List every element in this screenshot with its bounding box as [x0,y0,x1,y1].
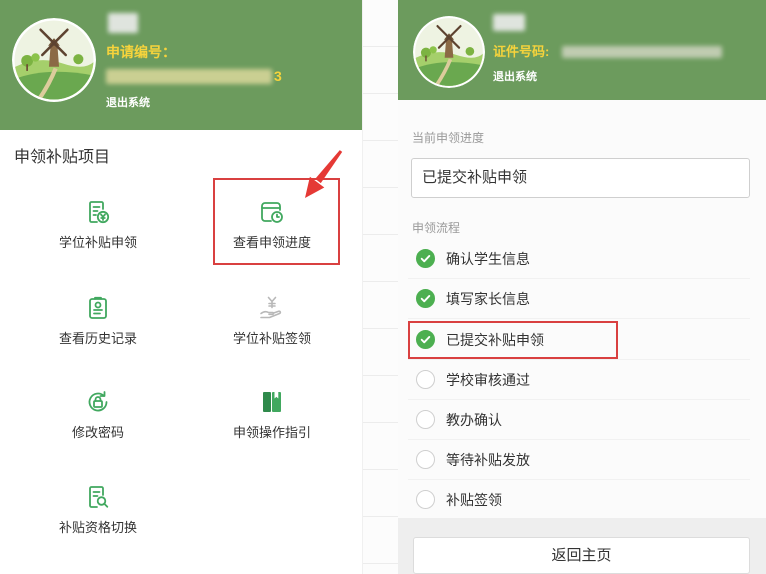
step-item: 等待补贴发放 [408,440,750,480]
check-circle-icon [416,490,435,509]
windmill-avatar-image [12,18,96,102]
step-item: 教办确认 [408,400,750,440]
check-circle-icon [416,289,435,308]
calendar-clock-icon [259,199,285,225]
hand-yen-icon [259,295,285,321]
steps-label: 申领流程 [412,221,461,235]
menu-item-guide[interactable]: 申领操作指引 [202,385,342,449]
id-number-label: 证件号码: [493,44,550,59]
step-label: 填写家长信息 [446,291,530,307]
step-item: 填写家长信息 [408,279,750,319]
logout-link[interactable]: 退出系统 [106,96,150,110]
book-icon [259,389,285,415]
background-strip [362,0,398,574]
home-screen: 申请编号： 3 退出系统 申领补贴项目 学位补贴申领 查看申领进度 查看历史记录… [0,0,362,574]
profile-header: 证件号码: 退出系统 [398,0,766,100]
document-search-icon [85,484,111,510]
pointer-arrow-icon [305,150,343,198]
check-circle-icon [416,370,435,389]
windmill-avatar-image [413,16,485,88]
redacted-id-number [562,46,722,58]
step-label: 已提交补贴申领 [446,332,544,348]
menu-item-label: 补贴资格切换 [58,520,137,535]
menu-item-apply-subsidy[interactable]: 学位补贴申领 [28,195,168,259]
progress-screen: 证件号码: 退出系统 当前申领进度 已提交补贴申领 申领流程 确认学生信息 填写… [398,0,766,574]
progress-label: 当前申领进度 [412,131,485,145]
lock-reset-icon [85,389,111,415]
step-label: 学校审核通过 [446,372,530,388]
redacted-application-number [106,69,272,84]
menu-item-label: 学位补贴签领 [232,331,311,346]
clipboard-icon [85,295,111,321]
back-home-button[interactable]: 返回主页 [413,537,750,574]
check-circle-icon [416,450,435,469]
step-item: 确认学生信息 [408,239,750,279]
menu-item-label: 修改密码 [71,425,124,440]
step-label: 补贴签领 [446,492,502,508]
menu-item-history[interactable]: 查看历史记录 [28,291,168,355]
step-label: 确认学生信息 [446,251,530,267]
menu-item-sign-subsidy[interactable]: 学位补贴签领 [202,291,342,355]
menu-item-label: 学位补贴申领 [58,235,137,250]
check-circle-icon [416,330,435,349]
current-progress-field[interactable]: 已提交补贴申领 [411,158,750,198]
menu-item-label: 申领操作指引 [232,425,311,440]
step-item: 已提交补贴申领 [408,320,750,360]
check-circle-icon [416,410,435,429]
menu-item-change-password[interactable]: 修改密码 [28,385,168,449]
menu-item-label: 查看申领进度 [232,235,311,250]
step-item: 学校审核通过 [408,360,750,400]
application-number-label: 申请编号： [106,44,176,60]
step-label: 等待补贴发放 [446,452,530,468]
check-circle-icon [416,249,435,268]
profile-header: 申请编号： 3 退出系统 [0,0,362,130]
redacted-name [493,14,525,31]
logout-link[interactable]: 退出系统 [493,70,537,84]
avatar [12,18,96,102]
redacted-name [108,13,138,33]
section-title: 申领补贴项目 [14,149,111,166]
menu-item-view-progress[interactable]: 查看申领进度 [202,195,342,259]
avatar [413,16,485,88]
step-label: 教办确认 [446,412,502,428]
document-yen-icon [85,199,111,225]
application-number-tail: 3 [274,68,282,84]
menu-item-switch-eligibility[interactable]: 补贴资格切换 [28,480,168,544]
menu-item-label: 查看历史记录 [58,331,137,346]
step-item: 补贴签领 [408,480,750,520]
